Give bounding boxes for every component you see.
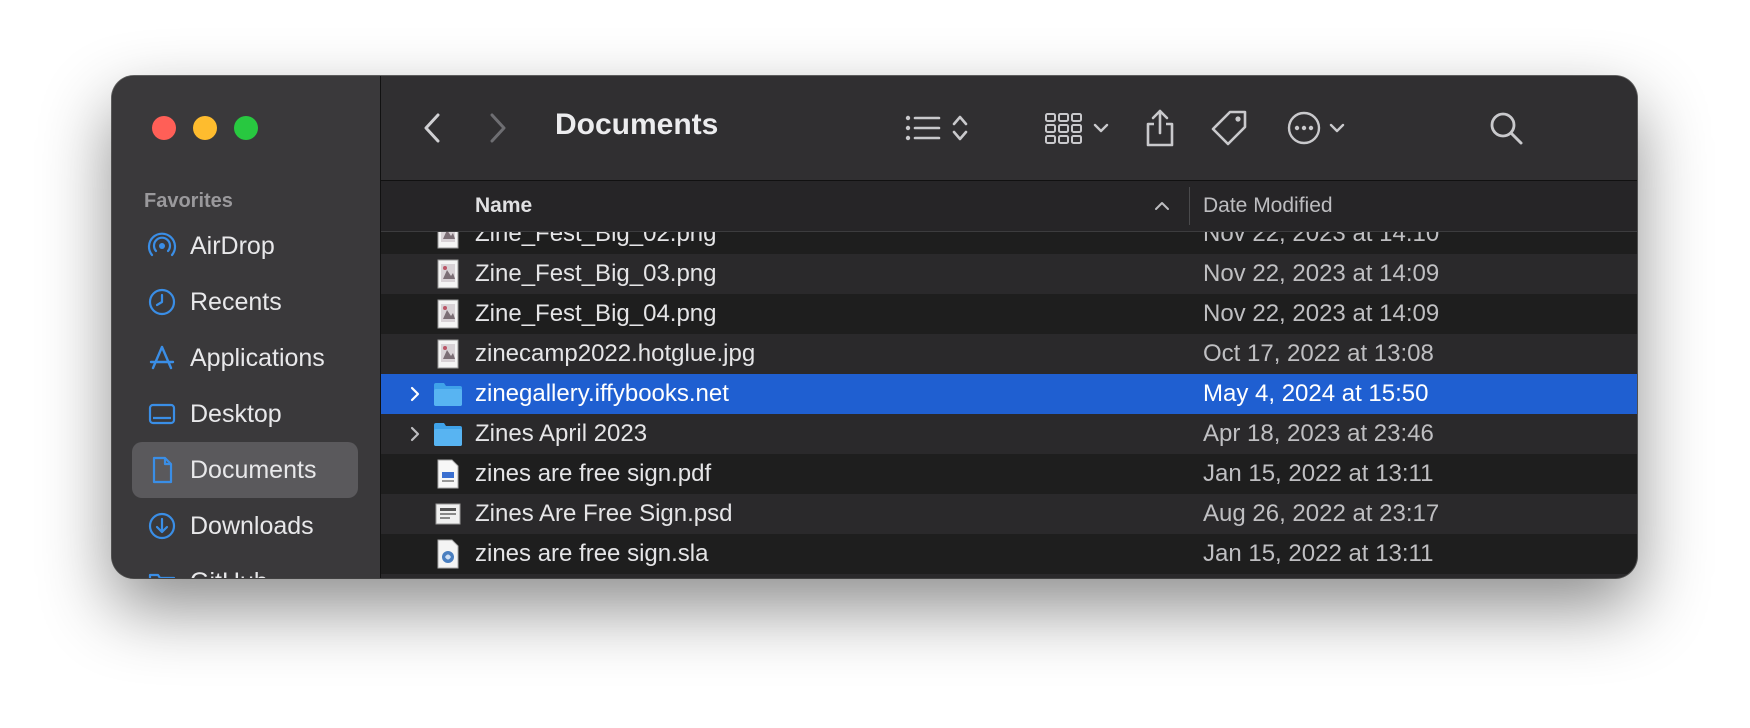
favorites-heading: Favorites [144, 190, 233, 212]
disclosure-chevron-icon[interactable] [405, 374, 425, 414]
column-divider[interactable] [1189, 187, 1190, 225]
file-name: Zine_Fest_Big_04.png [475, 300, 717, 327]
name-column-header[interactable]: Name [475, 181, 532, 231]
sidebar-item-downloads[interactable]: Downloads [132, 498, 358, 554]
main-pane: Documents Name Date Modified Zine_Fest_B… [381, 76, 1637, 578]
close-window-button[interactable] [152, 116, 176, 140]
group-button[interactable] [1041, 76, 1113, 180]
column-header: Name Date Modified [381, 181, 1637, 232]
folder-row[interactable]: Zines April 2023 Apr 18, 2023 at 23:46 [381, 414, 1637, 454]
search-icon [1490, 112, 1523, 145]
finder-window: Favorites AirDrop Recents Applications Desk… [112, 76, 1637, 578]
image-file-icon [431, 258, 465, 290]
date-modified: Oct 17, 2022 at 13:08 [1203, 340, 1434, 367]
date-modified: Apr 18, 2023 at 23:46 [1203, 420, 1434, 447]
download-icon [146, 510, 178, 542]
image-file-icon [431, 232, 465, 250]
list-view-icon [905, 115, 941, 141]
file-row[interactable]: zines are free sign.sla Jan 15, 2022 at 1… [381, 534, 1637, 574]
grid-icon [1045, 113, 1082, 144]
file-name: Zine_Fest_Big_03.png [475, 260, 717, 287]
window-title: Documents [555, 108, 719, 141]
chevron-down-icon [1093, 123, 1109, 133]
sidebar-item-label: GitHub [190, 568, 268, 579]
sidebar-item-documents[interactable]: Documents [132, 442, 358, 498]
image-file-icon [431, 298, 465, 330]
sidebar-item-label: AirDrop [190, 231, 275, 260]
sidebar: Favorites AirDrop Recents Applications Desk… [112, 76, 381, 578]
airdrop-icon [146, 230, 178, 262]
chevron-down-icon [1329, 123, 1345, 133]
file-row[interactable]: zinecamp2022.hotglue.jpg Oct 17, 2022 at … [381, 334, 1637, 374]
file-row[interactable]: Zine_Fest_Big_04.png Nov 22, 2023 at 14:0… [381, 294, 1637, 334]
favorites-list: AirDrop Recents Applications Desktop Documen… [132, 218, 358, 578]
pdf-file-icon [431, 458, 465, 490]
tag-icon [1211, 110, 1247, 146]
share-button[interactable] [1137, 76, 1183, 180]
date-modified: May 4, 2024 at 15:50 [1203, 380, 1429, 407]
sidebar-item-label: Recents [190, 287, 282, 316]
date-modified: Jan 15, 2022 at 13:11 [1203, 540, 1434, 567]
up-down-chevron-icon [952, 115, 968, 141]
chevron-left-icon [424, 113, 440, 143]
sidebar-item-desktop[interactable]: Desktop [132, 386, 358, 442]
file-row[interactable]: Zine_Fest_Big_03.png Nov 22, 2023 at 14:0… [381, 254, 1637, 294]
file-name: zinegallery.iffybooks.net [475, 380, 729, 407]
folder-icon [431, 418, 465, 450]
ellipsis-circle-icon [1287, 111, 1321, 145]
folder-icon [431, 378, 465, 410]
date-modified-column-header[interactable]: Date Modified [1203, 181, 1333, 231]
file-row[interactable]: Zine_Fest_Big_02.png Nov 22, 2023 at 14:1… [381, 232, 1637, 254]
sidebar-item-applications[interactable]: Applications [132, 330, 358, 386]
forward-button[interactable] [479, 76, 515, 180]
zoom-window-button[interactable] [234, 116, 258, 140]
file-name: Zines April 2023 [475, 420, 648, 447]
sidebar-item-label: Desktop [190, 399, 282, 428]
file-list: Zine_Fest_Big_02.png Nov 22, 2023 at 14:1… [381, 232, 1637, 578]
sla-file-icon [431, 538, 465, 570]
file-name: zines are free sign.pdf [475, 460, 712, 487]
sidebar-item-github[interactable]: GitHub [132, 554, 358, 578]
disclosure-chevron-icon[interactable] [405, 414, 425, 454]
folder-icon [146, 566, 178, 578]
sidebar-item-label: Documents [190, 455, 317, 484]
file-name: Zines Are Free Sign.psd [475, 500, 733, 527]
window-controls [152, 116, 258, 140]
file-name: zinecamp2022.hotglue.jpg [475, 340, 756, 367]
desktop-icon [146, 398, 178, 430]
file-name: Zine_Fest_Big_02.png [475, 232, 717, 247]
toolbar: Documents [381, 76, 1637, 181]
sidebar-item-airdrop[interactable]: AirDrop [132, 218, 358, 274]
date-modified: Jan 15, 2022 at 13:11 [1203, 460, 1434, 487]
search-button[interactable] [1483, 76, 1529, 180]
image-file-icon [431, 338, 465, 370]
sort-ascending-icon[interactable] [1147, 181, 1177, 231]
folder-row[interactable]: zinegallery.iffybooks.net May 4, 2024 at … [381, 374, 1637, 414]
clock-icon [146, 286, 178, 318]
date-modified: Nov 22, 2023 at 14:09 [1203, 260, 1440, 287]
view-options-button[interactable] [899, 76, 975, 180]
share-icon [1146, 109, 1174, 147]
date-modified: Nov 22, 2023 at 14:09 [1203, 300, 1440, 327]
sidebar-item-recents[interactable]: Recents [132, 274, 358, 330]
back-button[interactable] [415, 76, 451, 180]
file-row[interactable]: zines are free sign.pdf Jan 15, 2022 at 1… [381, 454, 1637, 494]
minimize-window-button[interactable] [193, 116, 217, 140]
chevron-right-icon [490, 113, 506, 143]
tag-button[interactable] [1205, 76, 1255, 180]
sidebar-item-label: Downloads [190, 511, 314, 540]
date-modified: Nov 22, 2023 at 14:10 [1203, 232, 1440, 247]
date-modified: Aug 26, 2022 at 23:17 [1203, 500, 1440, 527]
applications-icon [146, 342, 178, 374]
sidebar-item-label: Applications [190, 343, 325, 372]
psd-file-icon [431, 498, 465, 530]
file-name: zines are free sign.sla [475, 540, 709, 567]
file-row[interactable]: Zines Are Free Sign.psd Aug 26, 2022 at 2… [381, 494, 1637, 534]
file-row[interactable] [381, 574, 1637, 578]
more-actions-button[interactable] [1281, 76, 1351, 180]
document-icon [146, 454, 178, 486]
